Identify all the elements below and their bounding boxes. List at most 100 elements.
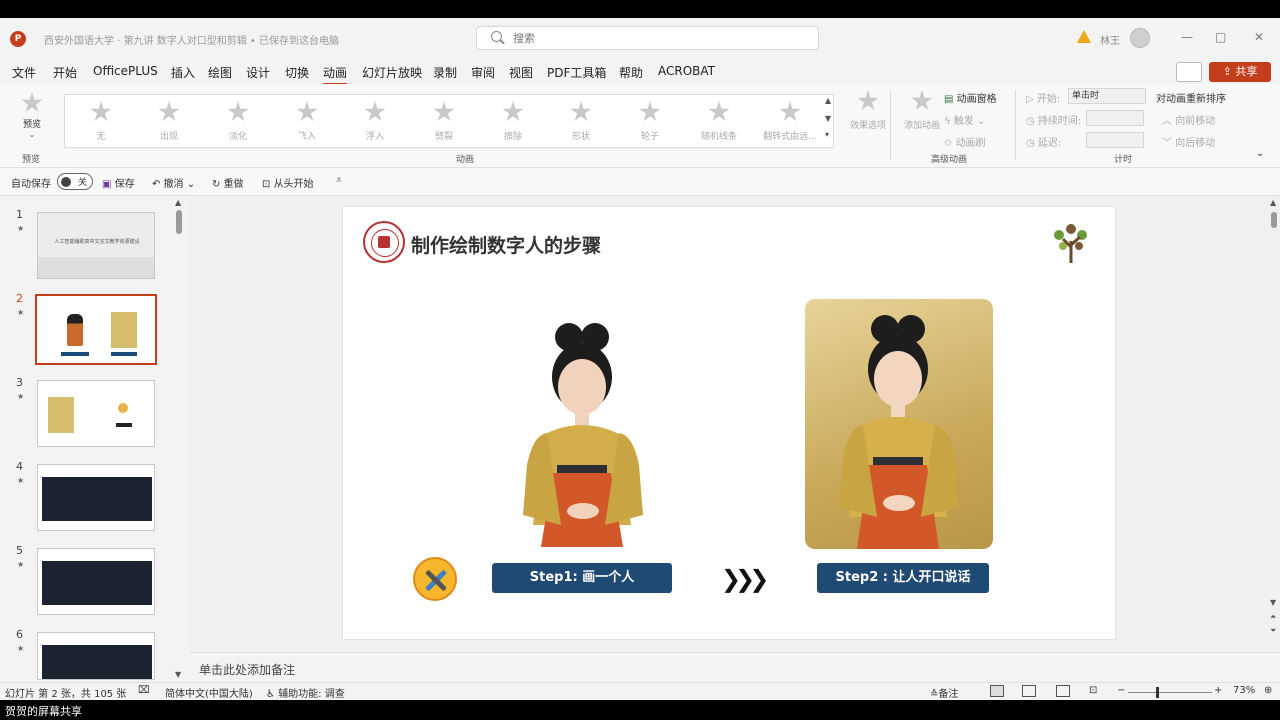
autosave-toggle[interactable]: 关 xyxy=(57,173,93,190)
tab-insert[interactable]: 插入 xyxy=(171,64,195,81)
from-start-button[interactable]: ⊡ 从头开始 xyxy=(262,175,314,190)
animation-painter-button[interactable]: ✩ 动画刷 xyxy=(944,134,986,149)
minimize-button[interactable]: — xyxy=(1181,30,1193,44)
tab-animations[interactable]: 动画 xyxy=(323,64,348,85)
avatar[interactable] xyxy=(1130,28,1150,48)
zoom-out-button[interactable]: − xyxy=(1117,685,1125,696)
autosave-label: 自动保存 xyxy=(11,179,51,190)
slide-thumb-1[interactable]: 人工智能辅助高中文言文教学资源建设 xyxy=(37,212,155,279)
thumb-icon xyxy=(118,403,128,413)
save-button[interactable]: ▣ 保存 xyxy=(102,175,135,190)
editor-scroll-thumb[interactable] xyxy=(1271,212,1277,228)
chevron-up-icon: ︿ xyxy=(1162,116,1176,127)
tab-view[interactable]: 视图 xyxy=(509,64,533,81)
slide-thumb-2[interactable] xyxy=(35,294,157,365)
undo-button[interactable]: ↶ 撤消 ⌄ xyxy=(152,175,195,190)
animation-fly-in[interactable]: 飞入 xyxy=(275,101,339,142)
tab-transitions[interactable]: 切换 xyxy=(285,64,309,81)
animation-pane-button[interactable]: ▤ 动画窗格 xyxy=(944,90,997,105)
user-name[interactable]: 林王 xyxy=(1100,32,1120,47)
tab-draw[interactable]: 绘图 xyxy=(208,64,232,81)
animation-label: 轮子 xyxy=(640,132,659,142)
animation-appear[interactable]: 出现 xyxy=(137,101,201,142)
document-title[interactable]: 西安外国语大学 · 第九讲 数字人对口型和剪辑 • 已保存到这台电脑 xyxy=(44,32,339,47)
trigger-icon: ϟ xyxy=(944,116,954,127)
slide-thumb-6[interactable] xyxy=(37,632,155,680)
tab-slideshow[interactable]: 幻灯片放映 xyxy=(362,64,422,81)
current-slide[interactable]: 制作绘制数字人的步骤 Step1: 画一个人 ❯❯❯ Step2: 让人开口说… xyxy=(342,206,1116,640)
animation-random-bars[interactable]: 随机线条 xyxy=(687,101,751,142)
scroll-up-icon[interactable]: ▲ xyxy=(175,198,181,207)
zoom-in-button[interactable]: + xyxy=(1214,685,1222,696)
tab-officeplus[interactable]: OfficePLUS xyxy=(93,64,158,78)
tab-record[interactable]: 录制 xyxy=(433,64,457,81)
slideshow-view-button[interactable]: ⊡ xyxy=(1089,685,1097,696)
search-box[interactable] xyxy=(476,26,819,50)
thumb-number: 1 xyxy=(16,208,23,221)
editor-scrollbar[interactable]: ▲ ▼ ⏶ ⏷ xyxy=(1268,196,1280,652)
zoom-slider[interactable] xyxy=(1128,692,1212,693)
warning-icon[interactable] xyxy=(1077,30,1091,43)
slide-title[interactable]: 制作绘制数字人的步骤 xyxy=(411,231,601,258)
comments-button[interactable] xyxy=(1176,62,1202,82)
animation-grow-turn[interactable]: 翻转式由远... xyxy=(755,101,825,142)
slide-thumb-4[interactable] xyxy=(37,464,155,531)
scroll-down-icon[interactable]: ▼ xyxy=(175,670,181,679)
gallery-scroll-up-icon[interactable]: ▲ xyxy=(825,96,831,105)
delay-input[interactable] xyxy=(1086,132,1144,148)
customize-qat-icon[interactable]: ⩡ xyxy=(336,175,342,186)
share-button[interactable]: ⇪ 共享 xyxy=(1209,62,1271,82)
prev-slide-icon[interactable]: ⏶ xyxy=(1270,612,1276,622)
zoom-level[interactable]: 73% xyxy=(1233,685,1255,696)
scroll-down-icon[interactable]: ▼ xyxy=(1270,598,1276,607)
animation-wheel[interactable]: 轮子 xyxy=(618,101,682,142)
collapse-ribbon-icon[interactable]: ⌄ xyxy=(1256,148,1264,159)
accessibility-status[interactable]: ♿ 辅助功能: 调查 xyxy=(266,685,345,700)
animation-wipe[interactable]: 擦除 xyxy=(481,101,545,142)
language-indicator[interactable]: 简体中文(中国大陆) xyxy=(165,685,253,700)
restore-button[interactable]: □ xyxy=(1215,30,1226,44)
thumb-screenshot xyxy=(42,477,152,521)
thumbnail-scrollbar[interactable] xyxy=(176,210,182,234)
tab-review[interactable]: 审阅 xyxy=(471,64,495,81)
notes-toggle-button[interactable]: ≙备注 xyxy=(930,685,958,700)
step1-button[interactable]: Step1: 画一个人 xyxy=(492,563,672,593)
tab-home[interactable]: 开始 xyxy=(53,64,77,81)
gallery-scroll-down-icon[interactable]: ▼ xyxy=(825,114,831,123)
trigger-button[interactable]: ϟ 触发 ⌄ xyxy=(944,112,985,127)
move-later-button[interactable]: ﹀ 向后移动 xyxy=(1162,134,1215,149)
reorder-label: 对动画重新排序 xyxy=(1156,94,1226,105)
animation-split[interactable]: 劈裂 xyxy=(412,101,476,142)
reading-view-button[interactable] xyxy=(1056,685,1070,697)
tab-acrobat[interactable]: ACROBAT xyxy=(658,64,715,78)
animation-fade[interactable]: 淡化 xyxy=(206,101,270,142)
animation-shape[interactable]: 形状 xyxy=(549,101,613,142)
step2-button[interactable]: Step2 : 让人开口说话 xyxy=(817,563,989,593)
preview-button[interactable]: 预览 ⌄ xyxy=(14,92,50,139)
search-input[interactable] xyxy=(513,30,793,46)
notes-placeholder[interactable]: 单击此处添加备注 xyxy=(199,661,295,678)
tab-file[interactable]: 文件 xyxy=(12,64,36,81)
zoom-slider-thumb[interactable] xyxy=(1156,687,1159,698)
animation-float-in[interactable]: 浮入 xyxy=(343,101,407,142)
tab-design[interactable]: 设计 xyxy=(246,64,270,81)
spellcheck-icon[interactable]: ⌧ xyxy=(138,685,150,696)
gallery-more-icon[interactable]: ▾ xyxy=(825,130,829,139)
normal-view-button[interactable] xyxy=(990,685,1004,697)
star-icon xyxy=(296,101,318,122)
slide-thumb-3[interactable] xyxy=(37,380,155,447)
move-earlier-button[interactable]: ︿ 向前移动 xyxy=(1162,112,1215,127)
redo-button[interactable]: ↻ 重做 xyxy=(212,175,244,190)
animation-none[interactable]: 无 xyxy=(69,101,133,142)
start-select[interactable]: 单击时 xyxy=(1068,88,1146,104)
next-slide-icon[interactable]: ⏷ xyxy=(1270,626,1276,636)
fit-to-window-icon[interactable]: ⊕ xyxy=(1264,685,1272,696)
tab-help[interactable]: 帮助 xyxy=(619,64,643,81)
duration-input[interactable] xyxy=(1086,110,1144,126)
notes-pane[interactable]: 单击此处添加备注 xyxy=(190,652,1280,682)
tab-pdf-tools[interactable]: PDF工具箱 xyxy=(547,64,606,81)
slide-thumb-5[interactable] xyxy=(37,548,155,615)
close-button[interactable]: ✕ xyxy=(1254,30,1264,44)
slide-sorter-view-button[interactable] xyxy=(1022,685,1036,697)
scroll-up-icon[interactable]: ▲ xyxy=(1270,198,1276,207)
